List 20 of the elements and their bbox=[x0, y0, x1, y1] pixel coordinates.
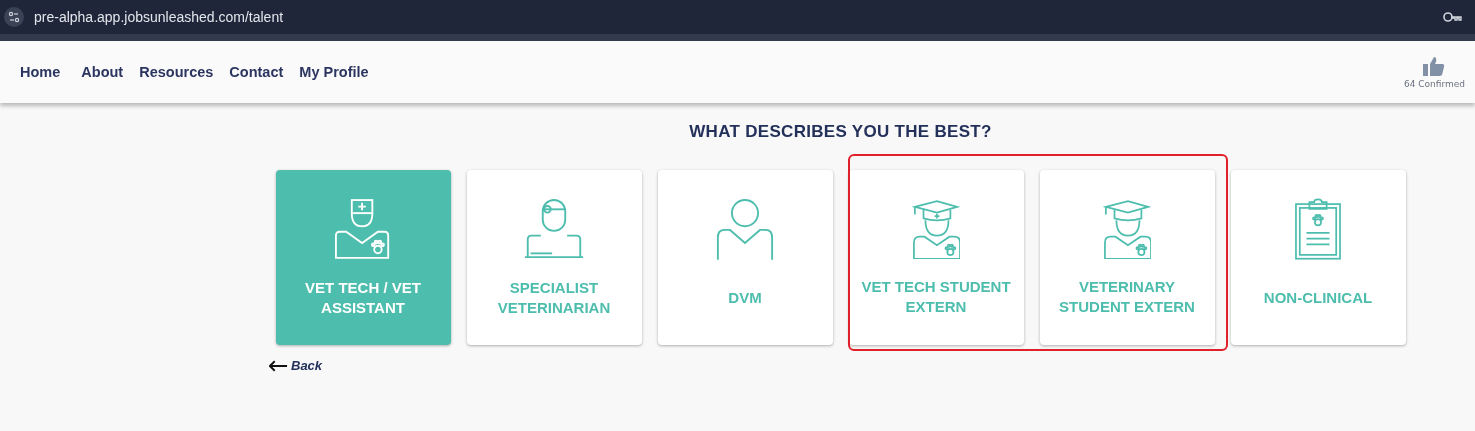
nav-link[interactable]: Home bbox=[20, 64, 61, 80]
person-icon bbox=[716, 197, 774, 260]
nav-link[interactable]: Contact bbox=[229, 64, 284, 80]
clipboard-icon bbox=[1295, 197, 1341, 260]
nav-link[interactable]: Resources bbox=[139, 64, 214, 80]
confirmed-count: 64 Confirmed bbox=[1403, 78, 1465, 89]
thumbs-up-icon[interactable] bbox=[1423, 55, 1446, 76]
nav-link[interactable]: My Profile bbox=[299, 64, 369, 80]
site-settings-icon[interactable] bbox=[4, 7, 24, 27]
nav-link[interactable]: About bbox=[81, 64, 124, 80]
url-text: pre-alpha.app.jobsunleashed.com/talent bbox=[34, 9, 284, 25]
address-bar[interactable]: pre-alpha.app.jobsunleashed.com/talent bbox=[4, 7, 284, 27]
nurse-icon bbox=[335, 197, 391, 260]
left-arrow-icon bbox=[269, 359, 288, 372]
graduate-icon bbox=[1103, 198, 1151, 259]
page-heading: WHAT DESCRIBES YOU THE BEST? bbox=[689, 122, 992, 142]
graduate-icon bbox=[912, 198, 960, 259]
back-link[interactable]: Back bbox=[269, 358, 323, 373]
doctor-icon bbox=[524, 197, 584, 260]
key-icon[interactable] bbox=[1443, 11, 1463, 23]
